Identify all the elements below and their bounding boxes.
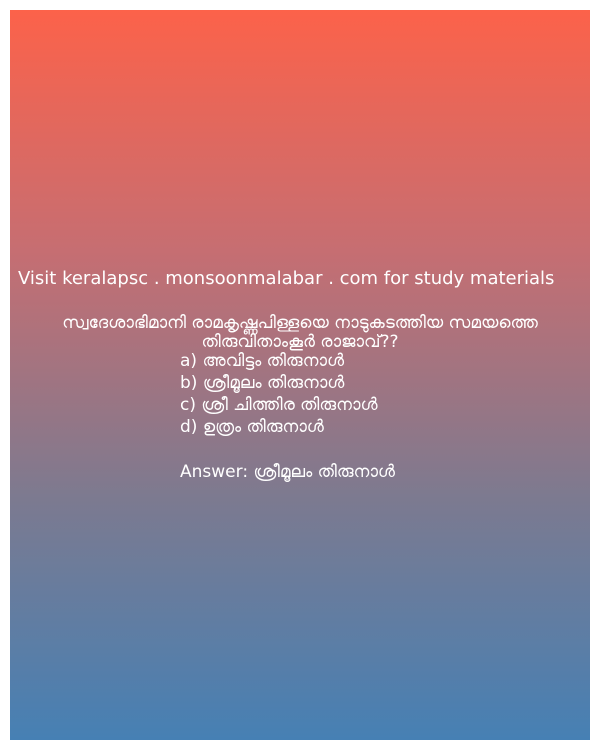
options-list: a) അവിട്ടം തിരുനാൾ b) ശ്രീമൂലം തിരുനാൾ c… [180,350,378,438]
option-d: d) ഉത്രം തിരുനാൾ [180,417,324,437]
answer-text: Answer: ശ്രീമൂലം തിരുനാൾ [180,462,395,482]
quiz-card: Visit keralapsc . monsoonmalabar . com f… [10,10,590,740]
option-a: a) അവിട്ടം തിരുനാൾ [180,351,345,371]
option-b: b) ശ്രീമൂലം തിരുനാൾ [180,373,345,393]
option-c: c) ശ്രീ ചിത്തിര തിരുനാൾ [180,395,378,415]
question-line-1: സ്വദേശാഭിമാനി രാമകൃഷ്ണപിള്ളയെ നാടുകടത്തി… [62,313,538,333]
site-promo-text: Visit keralapsc . monsoonmalabar . com f… [18,268,555,289]
question-text: സ്വദേശാഭിമാനി രാമകൃഷ്ണപിള്ളയെ നാടുകടത്തി… [10,314,590,352]
